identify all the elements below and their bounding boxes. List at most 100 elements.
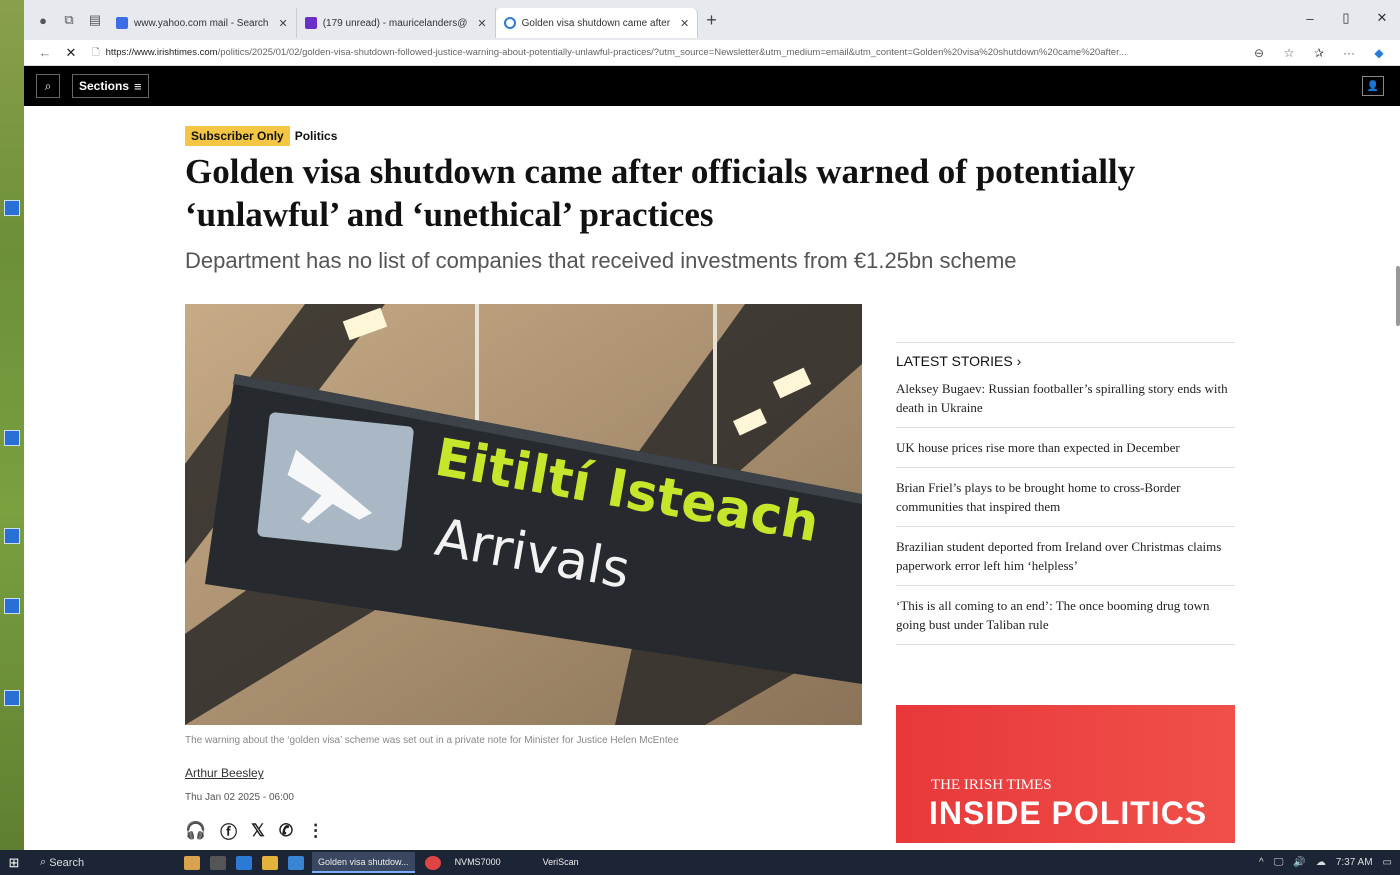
facebook-icon[interactable]: ⓕ — [220, 818, 237, 843]
latest-stories-label: LATEST STORIES — [896, 353, 1013, 369]
profile-icon[interactable]: ● — [30, 7, 56, 33]
x-twitter-icon[interactable]: 𝕏 — [251, 821, 265, 841]
desktop-shortcut-icon[interactable] — [4, 200, 20, 216]
mail-favicon-icon — [304, 17, 317, 29]
hero-image: Eitiltí Isteach Arrivals — [185, 304, 862, 725]
tab-bar: ● ⧉ ▤ www.yahoo.com mail - Search ✕ (179… — [24, 0, 1400, 40]
site-header: ⌕ Sections ≡ 👤 — [24, 66, 1400, 106]
windows-start-icon[interactable]: ⊞ — [0, 855, 28, 871]
workspaces-icon[interactable]: ⧉ — [56, 7, 82, 33]
article-page: Subscriber Only Politics Golden visa shu… — [24, 106, 1400, 850]
search-favicon-icon — [116, 17, 128, 29]
browser-window: ● ⧉ ▤ www.yahoo.com mail - Search ✕ (179… — [24, 0, 1400, 850]
headline-line-2: ‘unlawful’ and ‘unethical’ practices — [185, 195, 714, 234]
clock-time[interactable]: 7:37 AM — [1336, 857, 1373, 868]
tab-actions-icon[interactable]: ▤ — [82, 7, 108, 33]
tab-mail[interactable]: (179 unread) - mauricelanders@ ✕ — [297, 8, 496, 38]
desktop-shortcut-icon[interactable] — [4, 690, 20, 706]
taskbar-search[interactable]: ⌕ Search — [34, 852, 164, 873]
close-tab-icon[interactable]: ✕ — [680, 17, 689, 30]
task-view-icon[interactable] — [210, 855, 226, 870]
whatsapp-icon[interactable]: ✆ — [279, 821, 293, 841]
story-link[interactable]: Aleksey Bugaev: Russian footballer’s spi… — [896, 369, 1235, 428]
latest-stories-heading[interactable]: LATEST STORIES › — [896, 342, 1235, 369]
tab-label: www.yahoo.com mail - Search — [134, 17, 269, 29]
category-link[interactable]: Politics — [295, 129, 338, 143]
volume-icon[interactable]: 🔊 — [1293, 857, 1305, 868]
story-link[interactable]: UK house prices rise more than expected … — [896, 428, 1235, 468]
taskbar-window-browser[interactable]: Golden visa shutdow... — [312, 852, 415, 873]
search-icon: ⌕ — [40, 856, 50, 868]
story-link[interactable]: Brian Friel’s plays to be brought home t… — [896, 468, 1235, 527]
more-options-icon[interactable]: ⋮ — [307, 821, 324, 841]
taskbar: ⊞ ⌕ Search Golden visa shutdow... NVMS70… — [0, 850, 1400, 875]
article-labels: Subscriber Only Politics — [185, 126, 337, 146]
widgets-icon[interactable] — [184, 855, 200, 870]
favorites-icon[interactable]: ✰ — [1304, 46, 1334, 60]
scrollbar[interactable] — [1396, 266, 1400, 326]
favorite-star-icon[interactable]: ☆ — [1274, 46, 1304, 60]
subscriber-only-badge: Subscriber Only — [185, 126, 290, 146]
tab-yahoo-search[interactable]: www.yahoo.com mail - Search ✕ — [108, 8, 297, 38]
close-tab-icon[interactable]: ✕ — [279, 17, 288, 30]
taskbar-window-veriscan[interactable]: VeriScan — [537, 852, 585, 873]
taskbar-window-label: Golden visa shutdow... — [318, 856, 409, 867]
image-caption: The warning about the ‘golden visa’ sche… — [185, 735, 679, 746]
tab-irish-times[interactable]: Golden visa shutdown came after ✕ — [495, 8, 699, 38]
window-controls: – ▯ ✕ — [1292, 0, 1400, 36]
headphones-icon[interactable]: 🎧 — [185, 821, 206, 841]
url-field[interactable]: 🗋 https://www.irishtimes.com/politics/20… — [92, 43, 1244, 63]
network-icon[interactable]: 🖵 — [1274, 857, 1284, 868]
article-standfirst: Department has no list of companies that… — [185, 248, 1017, 273]
publish-date: Thu Jan 02 2025 - 06:00 — [185, 792, 294, 803]
taskbar-window-nvms[interactable]: NVMS7000 — [449, 852, 507, 873]
close-window-icon[interactable]: ✕ — [1364, 0, 1400, 36]
more-menu-icon[interactable]: ··· — [1334, 46, 1364, 60]
store-icon[interactable] — [288, 855, 304, 870]
hamburger-icon: ≡ — [134, 78, 142, 94]
share-bar: 🎧 ⓕ 𝕏 ✆ ⋮ — [185, 818, 338, 843]
headline-line-1: Golden visa shutdown came after official… — [185, 152, 1136, 191]
article-headline: Golden visa shutdown came after official… — [185, 150, 1185, 236]
maximize-icon[interactable]: ▯ — [1328, 0, 1364, 36]
taskbar-window-label: VeriScan — [542, 856, 579, 867]
sections-menu-button[interactable]: Sections ≡ — [72, 74, 149, 98]
desktop-shortcut-icon[interactable] — [4, 528, 20, 544]
reader-icon[interactable]: ⊖ — [1244, 46, 1274, 60]
latest-stories: LATEST STORIES › Aleksey Bugaev: Russian… — [896, 342, 1235, 645]
desktop-shortcut-icon[interactable] — [4, 598, 20, 614]
loading-favicon-icon — [503, 17, 516, 29]
tab-label: Golden visa shutdown came after — [521, 17, 671, 29]
arrivals-sign-image: Eitiltí Isteach Arrivals — [185, 304, 862, 725]
file-explorer-icon[interactable] — [262, 855, 278, 870]
page-info-icon[interactable]: 🗋 — [92, 45, 100, 61]
new-tab-icon[interactable]: + — [706, 10, 717, 31]
desktop-background — [0, 0, 24, 850]
close-tab-icon[interactable]: ✕ — [477, 17, 486, 30]
sections-label: Sections — [79, 79, 130, 93]
back-icon[interactable]: ← — [32, 45, 58, 60]
taskbar-window-label: NVMS7000 — [454, 856, 501, 867]
tab-label: (179 unread) - mauricelanders@ — [322, 17, 468, 29]
chevron-right-icon: › — [1016, 353, 1022, 369]
url-host: https://www.irishtimes.com — [105, 47, 218, 58]
copilot-icon[interactable]: ◆ — [1364, 46, 1394, 60]
minimize-icon[interactable]: – — [1292, 0, 1328, 36]
inside-politics-promo[interactable]: THE IRISH TIMES INSIDE POLITICS — [896, 705, 1235, 843]
site-search-icon[interactable]: ⌕ — [36, 74, 60, 98]
chevron-up-icon[interactable]: ^ — [1259, 857, 1264, 868]
edge-icon[interactable] — [236, 855, 252, 870]
story-link[interactable]: Brazilian student deported from Ireland … — [896, 527, 1235, 586]
onedrive-icon[interactable]: ☁ — [1316, 857, 1326, 868]
stop-loading-icon[interactable]: ✕ — [58, 45, 84, 61]
notifications-icon[interactable]: ▭ — [1383, 857, 1392, 868]
author-link[interactable]: Arthur Beesley — [185, 766, 264, 780]
account-icon[interactable]: 👤 — [1362, 76, 1384, 96]
story-link[interactable]: ‘This is all coming to an end’: The once… — [896, 586, 1235, 645]
chrome-icon[interactable] — [424, 855, 441, 870]
desktop-shortcut-icon[interactable] — [4, 430, 20, 446]
address-bar: ← ✕ 🗋 https://www.irishtimes.com/politic… — [24, 40, 1400, 66]
url-path: /politics/2025/01/02/golden-visa-shutdow… — [217, 47, 1127, 58]
promo-title: INSIDE POLITICS — [929, 795, 1208, 831]
system-tray: ^ 🖵 🔊 ☁ 7:37 AM ▭ — [1249, 850, 1400, 875]
